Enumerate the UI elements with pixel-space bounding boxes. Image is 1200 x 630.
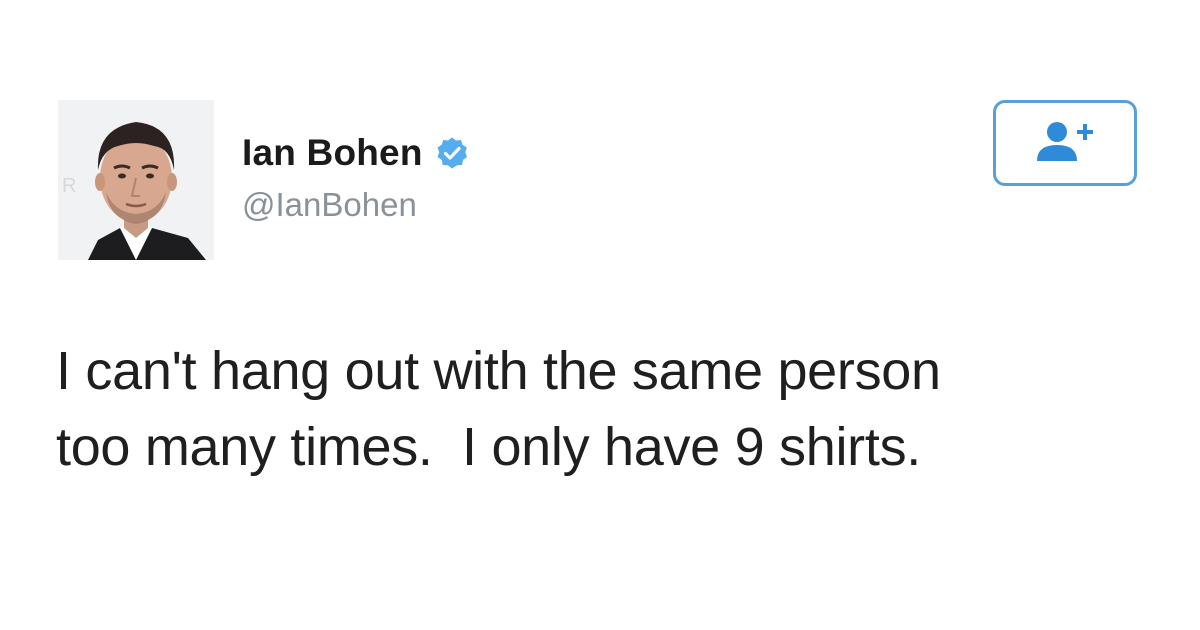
author-handle[interactable]: @IanBohen bbox=[242, 186, 417, 224]
avatar-photo: R bbox=[58, 100, 214, 260]
author-avatar[interactable]: R bbox=[58, 100, 214, 260]
author-display-name[interactable]: Ian Bohen bbox=[242, 132, 423, 174]
author-name-row: Ian Bohen bbox=[242, 132, 469, 174]
add-user-icon bbox=[1033, 119, 1097, 168]
verified-badge-icon bbox=[435, 136, 469, 170]
follow-button[interactable] bbox=[993, 100, 1137, 186]
tweet-text: I can't hang out with the same person to… bbox=[56, 341, 941, 477]
tweet-card: R Ian Bohen @IanBohen I can't hang out w… bbox=[0, 0, 1200, 630]
svg-text:R: R bbox=[62, 175, 76, 197]
